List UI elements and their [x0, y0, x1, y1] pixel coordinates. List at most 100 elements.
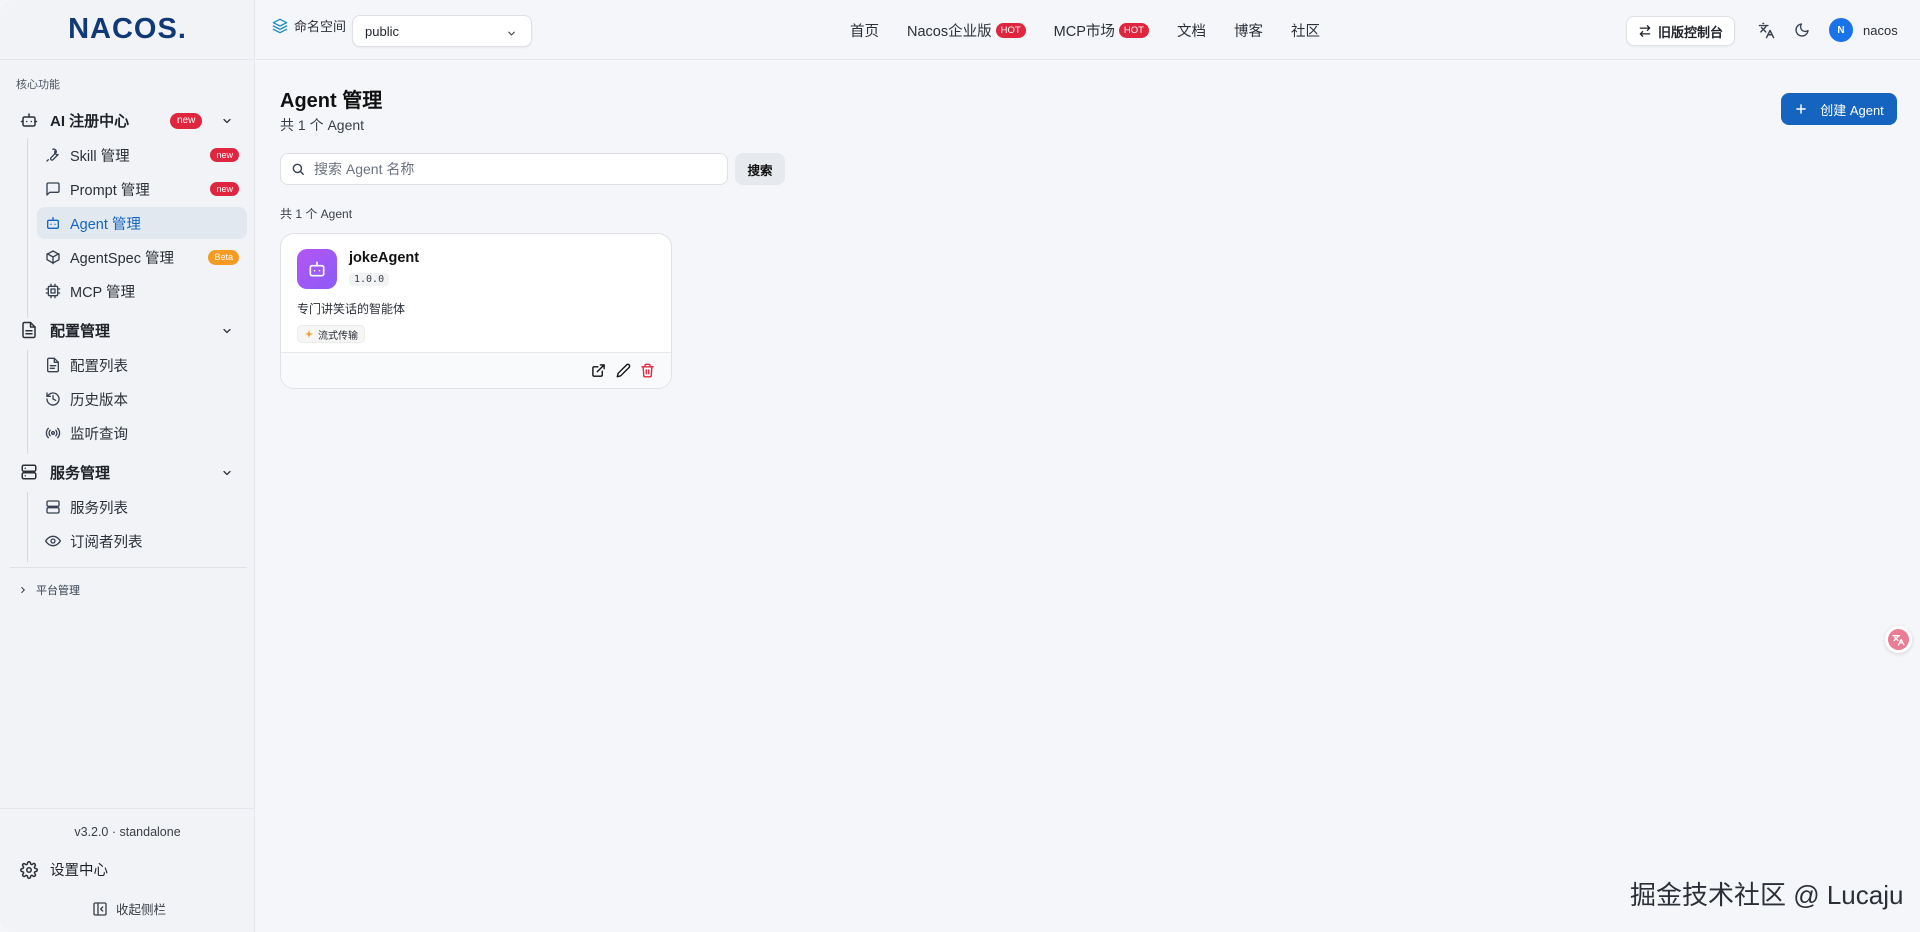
new-badge: new	[210, 182, 239, 196]
sidebar-item-config-list[interactable]: 配置列表	[37, 349, 247, 381]
sidebar-section-label: 核心功能	[16, 79, 60, 91]
robot-icon	[20, 111, 38, 129]
sidebar-item-label: Skill 管理	[70, 148, 130, 165]
nav-label: 文档	[1176, 24, 1206, 40]
external-link-icon[interactable]	[591, 363, 607, 379]
namespace-label-wrap: 命名空间	[272, 16, 346, 35]
agent-card[interactable]: jokeAgent 1.0.0 专门讲笑话的智能体 流式传输	[280, 233, 672, 389]
sidebar: NACOS. 核心功能 AI 注册中心 new Skill 管理 new Pro…	[0, 0, 255, 932]
translate-icon	[1888, 629, 1909, 650]
box-icon	[45, 249, 61, 265]
logo[interactable]: NACOS.	[0, 0, 255, 60]
nav-label: 社区	[1290, 24, 1320, 40]
agent-version: 1.0.0	[349, 273, 390, 286]
sidebar-group-platform[interactable]: 平台管理	[18, 582, 80, 598]
sidebar-item-skill[interactable]: Skill 管理 new	[37, 139, 247, 171]
sidebar-item-label: 监听查询	[70, 426, 128, 443]
bot-icon	[45, 215, 61, 231]
collapse-sidebar-button[interactable]: 收起侧栏	[92, 899, 166, 918]
nav-label: Nacos企业版	[907, 24, 992, 40]
chevron-down-icon[interactable]	[221, 114, 233, 126]
layers-icon	[272, 18, 288, 34]
moon-icon[interactable]	[1794, 22, 1811, 39]
app-frame: NACOS. 核心功能 AI 注册中心 new Skill 管理 new Pro…	[0, 0, 1920, 932]
nav-docs[interactable]: 文档	[1177, 20, 1206, 41]
agent-tag: 流式传输	[297, 325, 365, 343]
create-agent-button[interactable]: 创建 Agent	[1781, 93, 1897, 125]
search-icon	[291, 162, 305, 176]
trash-icon[interactable]	[640, 363, 656, 379]
settings-label: 设置中心	[50, 863, 108, 879]
sidebar-group-ai-registry[interactable]: AI 注册中心 new	[10, 103, 247, 137]
sidebar-item-agent[interactable]: Agent 管理	[37, 207, 247, 239]
namespace-select[interactable]: public	[352, 15, 532, 47]
nav-label: 博客	[1233, 24, 1263, 40]
old-console-button[interactable]: 旧版控制台	[1626, 16, 1735, 46]
logo-text: NACOS.	[68, 13, 187, 45]
sidebar-group-label: 配置管理	[50, 322, 111, 340]
nav-community[interactable]: 社区	[1291, 20, 1320, 41]
agent-card-footer	[281, 352, 671, 388]
agent-description: 专门讲笑话的智能体	[297, 302, 406, 316]
nav-label: 首页	[850, 24, 879, 40]
user-name: nacos	[1863, 22, 1898, 38]
server-icon	[20, 463, 38, 481]
sidebar-item-prompt[interactable]: Prompt 管理 new	[37, 173, 247, 205]
user-menu[interactable]: N nacos	[1829, 18, 1898, 42]
sidebar-item-service-list[interactable]: 服务列表	[37, 491, 247, 523]
page-subtitle: 共 1 个 Agent	[280, 117, 365, 133]
collapse-label: 收起侧栏	[116, 903, 167, 917]
agent-tag-label: 流式传输	[318, 330, 358, 342]
sidebar-item-listen[interactable]: 监听查询	[37, 417, 247, 449]
gear-icon	[20, 860, 38, 879]
sidebar-item-history[interactable]: 历史版本	[37, 383, 247, 415]
sidebar-group-label: 服务管理	[50, 464, 111, 482]
file-icon	[45, 357, 61, 373]
new-badge: new	[170, 113, 203, 129]
bot-icon	[297, 249, 337, 289]
sidebar-item-label: 订阅者列表	[70, 534, 143, 551]
sidebar-item-agentspec[interactable]: AgentSpec 管理 Beta	[37, 241, 247, 273]
radio-icon	[45, 425, 61, 441]
watermark: 掘金技术社区 @ Lucaju	[1630, 880, 1904, 910]
nav-label: MCP市场	[1053, 24, 1115, 40]
floating-translate-button[interactable]	[1885, 626, 1912, 653]
nav-home[interactable]: 首页	[850, 20, 879, 41]
swap-icon	[1638, 24, 1652, 38]
sidebar-group-service[interactable]: 服务管理	[10, 455, 247, 489]
nav-enterprise[interactable]: Nacos企业版 HOT	[907, 20, 1026, 41]
file-text-icon	[20, 321, 38, 339]
sidebar-group-config[interactable]: 配置管理	[10, 313, 247, 347]
sidebar-divider	[10, 567, 247, 568]
message-square-icon	[45, 181, 61, 197]
language-icon[interactable]	[1758, 22, 1775, 39]
old-console-label: 旧版控制台	[1657, 24, 1723, 40]
sidebar-item-label: AgentSpec 管理	[70, 250, 174, 267]
edit-icon[interactable]	[616, 363, 632, 379]
nav-blog[interactable]: 博客	[1234, 20, 1263, 41]
create-agent-label: 创建 Agent	[1820, 102, 1884, 118]
cpu-icon	[45, 283, 61, 299]
sidebar-item-label: Agent 管理	[70, 216, 141, 233]
hot-badge: HOT	[1118, 23, 1149, 38]
nav-mcp-market[interactable]: MCP市场 HOT	[1054, 20, 1149, 41]
search-box	[280, 153, 728, 185]
sidebar-item-subscriber[interactable]: 订阅者列表	[37, 525, 247, 557]
top-nav: 首页 Nacos企业版 HOT MCP市场 HOT 文档 博客 社区	[850, 20, 1348, 41]
namespace-value: public	[365, 23, 399, 39]
beta-badge: Beta	[208, 249, 239, 265]
search-input[interactable]	[314, 161, 694, 177]
search-button[interactable]: 搜索	[735, 153, 785, 185]
chevron-down-icon[interactable]	[221, 324, 233, 336]
sidebar-item-label: 配置列表	[70, 358, 128, 375]
sidebar-item-mcp[interactable]: MCP 管理	[37, 275, 247, 307]
settings-center-link[interactable]: 设置中心	[20, 859, 108, 880]
server-small-icon	[45, 499, 61, 515]
chevron-down-icon[interactable]	[221, 466, 233, 478]
sidebar-tree-line	[27, 138, 28, 318]
sidebar-item-label: 服务列表	[70, 500, 128, 517]
history-icon	[45, 391, 61, 407]
sidebar-tree-line	[27, 492, 28, 562]
hot-badge: HOT	[995, 23, 1026, 38]
sidebar-footer: v3.2.0 · standalone 设置中心 收起侧栏	[0, 808, 255, 932]
